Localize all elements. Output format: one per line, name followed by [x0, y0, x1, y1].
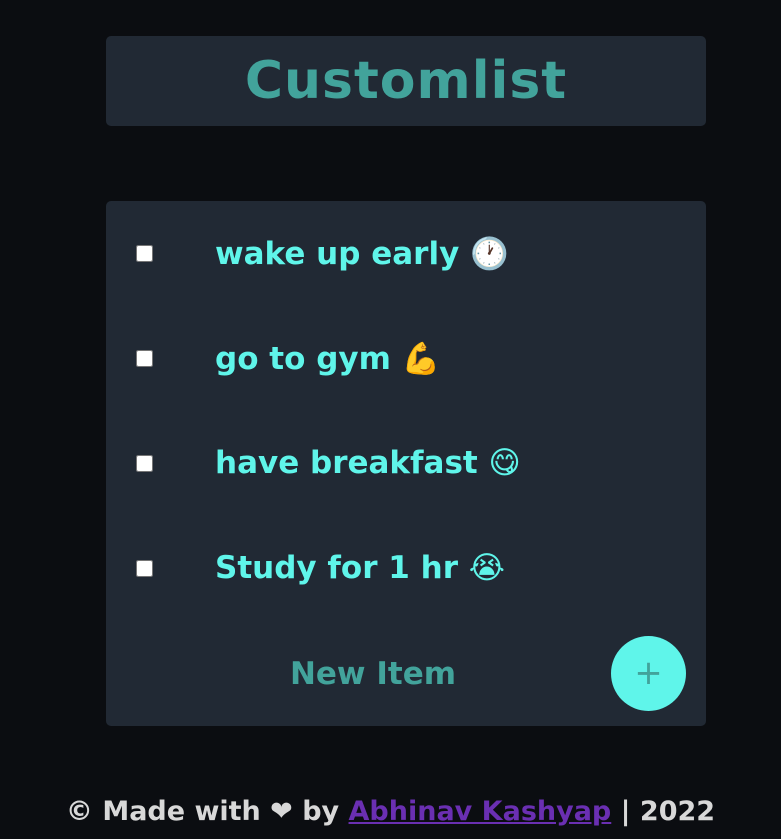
item-checkbox[interactable]: [136, 454, 153, 472]
footer-suffix: | 2022: [611, 796, 716, 827]
list-item: have breakfast 😋: [106, 433, 706, 493]
new-item-form: +: [106, 633, 706, 713]
item-text: go to gym 💪: [215, 340, 441, 377]
list-item: Study for 1 hr 😭: [106, 538, 706, 598]
item-text: Study for 1 hr 😭: [215, 550, 506, 586]
heading-box: Customlist: [106, 36, 706, 126]
todo-list: wake up early 🕐 go to gym 💪 have breakfa…: [106, 201, 706, 726]
list-item: go to gym 💪: [106, 328, 706, 388]
author-link[interactable]: Abhinav Kashyap: [349, 796, 612, 827]
item-text: wake up early 🕐: [215, 235, 509, 272]
item-text: have breakfast 😋: [215, 445, 521, 481]
item-checkbox[interactable]: [136, 244, 153, 262]
new-item-input[interactable]: [176, 651, 570, 697]
item-checkbox[interactable]: [136, 349, 153, 367]
item-checkbox[interactable]: [136, 559, 153, 577]
list-item: wake up early 🕐: [106, 223, 706, 283]
page: Customlist wake up early 🕐 go to gym 💪 h…: [0, 0, 781, 839]
add-item-button[interactable]: +: [611, 636, 686, 711]
footer: © Made with ❤ by Abhinav Kashyap | 2022: [0, 796, 781, 827]
page-title: Customlist: [244, 51, 568, 111]
footer-prefix: © Made with ❤ by: [65, 796, 349, 827]
